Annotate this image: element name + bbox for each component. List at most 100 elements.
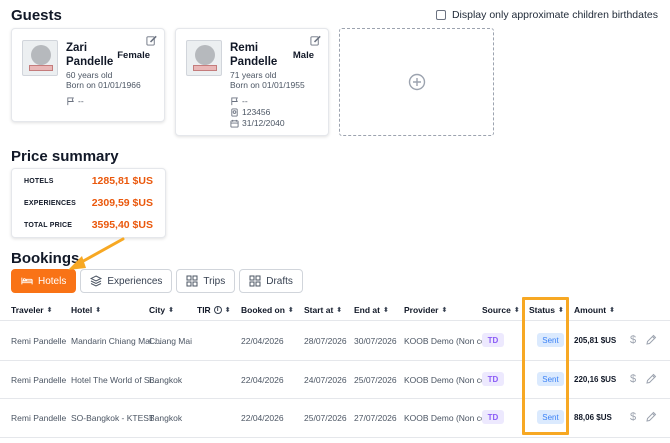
column-header-hotel[interactable]: Hotel ⬍ xyxy=(71,305,101,315)
dollar-icon[interactable]: $ xyxy=(630,373,640,385)
guest-sex: Female xyxy=(117,50,150,61)
tab-hotels[interactable]: Hotels xyxy=(11,269,77,293)
guest-card: Remi Pandelle Male 71 years old Born on 0… xyxy=(175,28,329,136)
row-divider xyxy=(0,437,670,438)
status-badge: Sent xyxy=(537,333,564,347)
guest-nationality: -- xyxy=(230,96,248,106)
tab-trips[interactable]: Trips xyxy=(176,269,236,293)
cell-traveler: Remi Pandelle xyxy=(11,375,67,385)
guest-age: 71 years old xyxy=(230,70,277,80)
add-guest-button[interactable] xyxy=(339,28,494,136)
dollar-icon[interactable]: $ xyxy=(630,334,640,346)
pencil-icon[interactable] xyxy=(645,411,657,423)
price-summary-title: Price summary xyxy=(11,148,119,165)
pencil-icon[interactable] xyxy=(645,334,657,346)
approx-birthdates-label: Display only approximate children birthd… xyxy=(451,9,658,21)
sort-icon: ⬍ xyxy=(513,307,520,314)
column-header-source[interactable]: Source ⬍ xyxy=(482,305,520,315)
passport-icon xyxy=(231,107,238,117)
tab-drafts[interactable]: Drafts xyxy=(239,269,303,293)
cell-provider: KOOB Demo (Non co... xyxy=(404,375,493,385)
sort-icon: ⬍ xyxy=(287,307,294,314)
column-header-traveler[interactable]: Traveler ⬍ xyxy=(11,305,53,315)
guest-birthdate: Born on 01/01/1966 xyxy=(66,80,141,90)
approx-birthdates-toggle[interactable]: Display only approximate children birthd… xyxy=(435,9,658,21)
edit-icon[interactable] xyxy=(310,35,321,46)
guest-name: Remi Pandelle xyxy=(230,42,278,68)
cell-city: Bangkok xyxy=(149,375,183,385)
sort-icon: ⬍ xyxy=(557,307,564,314)
cell-start-at: 28/07/2026 xyxy=(304,336,347,346)
cell-traveler: Remi Pandelle xyxy=(11,336,67,346)
cell-city: Chiang Mai xyxy=(149,336,192,346)
cell-booked-on: 22/04/2026 xyxy=(241,375,284,385)
dollar-icon[interactable]: $ xyxy=(630,411,640,423)
tab-experiences[interactable]: Experiences xyxy=(80,269,173,293)
guest-sex: Male xyxy=(292,50,314,61)
cell-hotel: Hotel The World of Si... xyxy=(71,375,159,385)
avatar xyxy=(22,40,58,76)
bookings-tabs: Hotels Experiences Trips Drafts xyxy=(11,269,307,293)
grid-icon xyxy=(186,275,198,287)
flag-icon xyxy=(67,96,74,105)
approx-birthdates-checkbox[interactable] xyxy=(435,10,446,20)
cell-provider: KOOB Demo (Non co... xyxy=(404,336,493,346)
row-divider xyxy=(0,360,670,361)
status-badge: Sent xyxy=(537,372,564,386)
cell-end-at: 30/07/2026 xyxy=(354,336,397,346)
bookings-title: Bookings xyxy=(11,250,80,267)
cell-hotel: Mandarin Chiang Mai ... xyxy=(71,336,162,346)
cell-start-at: 24/07/2026 xyxy=(304,375,347,385)
source-badge: TD xyxy=(482,410,504,424)
sort-icon: ⬍ xyxy=(224,307,231,314)
sort-icon: ⬍ xyxy=(168,307,174,314)
column-header-provider[interactable]: Provider ⬍ xyxy=(404,305,447,315)
column-header-status[interactable]: Status ⬍ xyxy=(529,305,564,315)
guest-nationality: -- xyxy=(66,96,84,106)
grid-icon xyxy=(249,275,261,287)
price-row-hotels: HOTELS 1285,81 $US xyxy=(24,175,153,187)
guest-name: Zari Pandelle xyxy=(66,42,114,68)
price-summary-box: HOTELS 1285,81 $US EXPERIENCES 2309,59 $… xyxy=(11,168,166,238)
price-row-total: TOTAL PRICE 3595,40 $US xyxy=(24,219,153,231)
edit-icon[interactable] xyxy=(146,35,157,46)
guest-birthdate: Born on 01/01/1955 xyxy=(230,80,305,90)
guest-age: 60 years old xyxy=(66,70,113,80)
cell-booked-on: 22/04/2026 xyxy=(241,413,284,423)
guest-passport-expiry: 31/12/2040 xyxy=(230,118,285,128)
layers-icon xyxy=(90,275,103,287)
cell-traveler: Remi Pandelle xyxy=(11,413,67,423)
cell-amount: 205,81 $US xyxy=(574,336,617,345)
guests-title: Guests xyxy=(11,7,62,24)
column-header-city[interactable]: City ⬍ xyxy=(149,305,174,315)
column-header-amount[interactable]: Amount ⬍ xyxy=(574,305,615,315)
calendar-icon xyxy=(230,119,239,128)
info-icon: i xyxy=(213,306,222,314)
row-divider xyxy=(0,320,670,321)
cell-amount: 220,16 $US xyxy=(574,375,617,384)
pencil-icon[interactable] xyxy=(645,373,657,385)
bed-icon xyxy=(21,277,33,285)
cell-end-at: 25/07/2026 xyxy=(354,375,397,385)
sort-icon: ⬍ xyxy=(336,307,343,314)
source-badge: TD xyxy=(482,372,504,386)
cell-booked-on: 22/04/2026 xyxy=(241,336,284,346)
cell-city: Bangkok xyxy=(149,413,183,423)
sort-icon: ⬍ xyxy=(609,307,615,314)
sort-icon: ⬍ xyxy=(441,307,448,314)
flag-icon xyxy=(231,96,238,105)
sort-icon: ⬍ xyxy=(95,307,102,314)
cell-end-at: 27/07/2026 xyxy=(354,413,397,423)
price-row-experiences: EXPERIENCES 2309,59 $US xyxy=(24,197,153,209)
column-header-booked-on[interactable]: Booked on ⬍ xyxy=(241,305,294,315)
source-badge: TD xyxy=(482,333,504,347)
guest-card: Zari Pandelle Female 60 years old Born on… xyxy=(11,28,165,122)
sort-icon: ⬍ xyxy=(382,307,389,314)
column-header-start-at[interactable]: Start at ⬍ xyxy=(304,305,342,315)
cell-hotel: SO-Bangkok - KTEST xyxy=(71,413,155,423)
row-divider xyxy=(0,398,670,399)
column-header-end-at[interactable]: End at ⬍ xyxy=(354,305,389,315)
column-header-tir[interactable]: TIR i ⬍ xyxy=(197,305,231,315)
status-badge: Sent xyxy=(537,410,564,424)
avatar xyxy=(186,40,222,76)
